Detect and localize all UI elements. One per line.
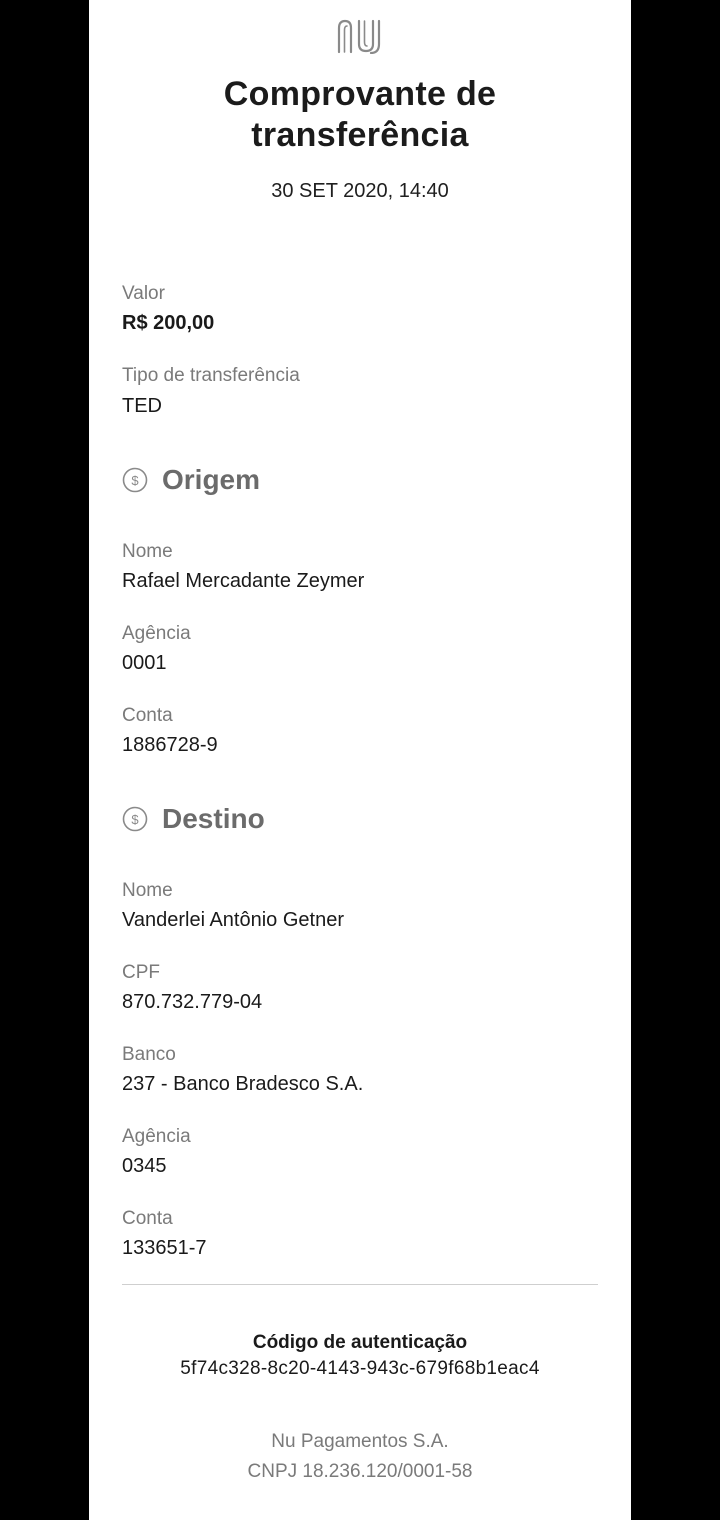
section-origem: $ Origem (122, 462, 260, 498)
page-title: Comprovante de transferência (89, 74, 631, 156)
destino-agencia-label: Agência (122, 1126, 191, 1147)
nu-logo-icon (337, 19, 381, 54)
transfer-date: 30 SET 2020, 14:40 (271, 180, 449, 202)
section-destino: $ Destino (122, 801, 265, 837)
origem-conta-value: 1886728-9 (122, 734, 218, 756)
tipo-value: TED (122, 395, 162, 417)
destino-cpf-value: 870.732.779-04 (122, 991, 263, 1013)
money-circle-icon: $ (122, 467, 148, 493)
section-destino-title: Destino (162, 803, 265, 834)
svg-text:$: $ (131, 812, 139, 827)
page-title-line2: transferência (251, 116, 469, 154)
origem-agencia-label: Agência (122, 623, 191, 644)
auth-code-value: 5f74c328-8c20-4143-943c-679f68b1eac4 (180, 1358, 540, 1379)
receipt-card: Comprovante de transferência 30 SET 2020… (89, 0, 631, 1520)
footer-company: Nu Pagamentos S.A. (271, 1431, 449, 1452)
footer-cnpj: CNPJ 18.236.120/0001-58 (247, 1461, 473, 1482)
svg-text:$: $ (131, 473, 139, 488)
auth-code-label: Código de autenticação (252, 1332, 468, 1353)
origem-nome-value: Rafael Mercadante Zeymer (122, 570, 365, 592)
destino-agencia-value: 0345 (122, 1155, 167, 1177)
destino-nome-label: Nome (122, 880, 173, 901)
valor-label: Valor (122, 283, 165, 304)
destino-nome-value: Vanderlei Antônio Getner (122, 909, 345, 931)
origem-nome-label: Nome (122, 541, 173, 562)
money-circle-icon: $ (122, 806, 148, 832)
valor-value: R$ 200,00 (122, 312, 215, 334)
destino-conta-value: 133651-7 (122, 1237, 207, 1259)
origem-agencia-value: 0001 (122, 652, 167, 674)
page-title-line1: Comprovante de (223, 75, 497, 113)
destino-banco-label: Banco (122, 1044, 176, 1065)
destino-conta-label: Conta (122, 1208, 173, 1229)
section-origem-title: Origem (162, 464, 261, 495)
origem-conta-label: Conta (122, 705, 173, 726)
destino-banco-value: 237 - Banco Bradesco S.A. (122, 1073, 364, 1095)
divider (122, 1284, 598, 1285)
destino-cpf-label: CPF (122, 962, 160, 983)
tipo-label: Tipo de transferência (122, 365, 300, 386)
